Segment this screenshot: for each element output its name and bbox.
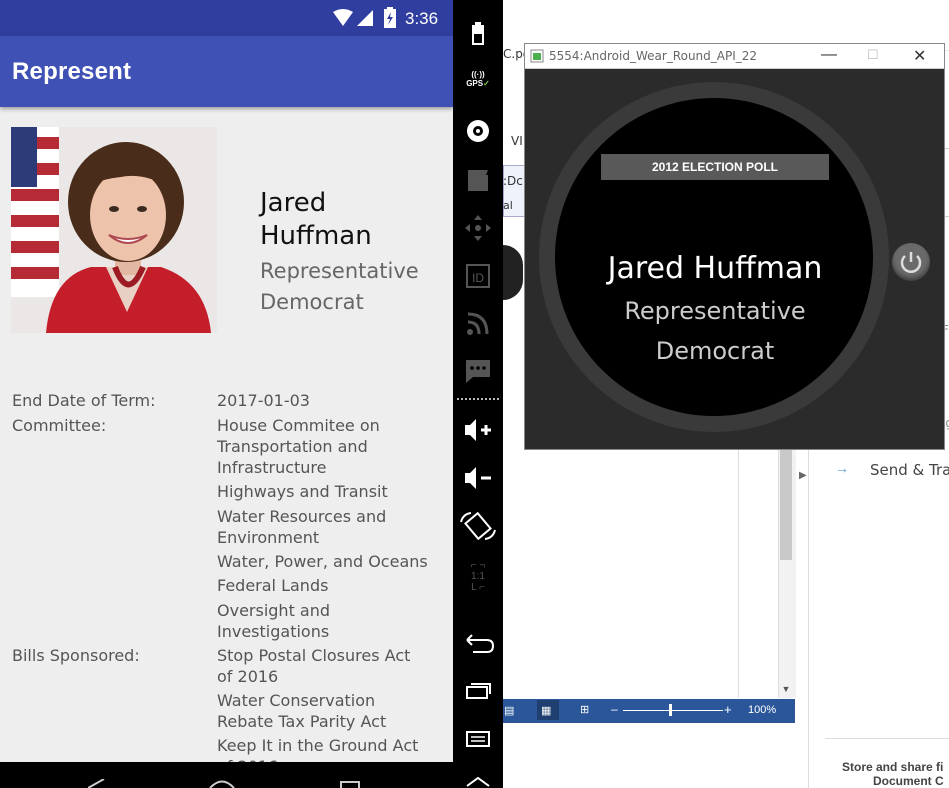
print-layout-icon[interactable]: ▦ bbox=[541, 704, 551, 717]
committee-item: House Commitee on Transportation and Inf… bbox=[217, 416, 380, 477]
store-share-text: Store and share fi bbox=[842, 760, 944, 774]
app-bar: Represent bbox=[0, 36, 453, 107]
web-layout-icon[interactable]: ⊞ bbox=[580, 703, 589, 716]
power-icon bbox=[900, 252, 922, 273]
back-icon[interactable] bbox=[453, 630, 503, 656]
committee-item: Federal Lands bbox=[217, 576, 329, 595]
rotate-icon[interactable] bbox=[453, 512, 503, 540]
zoom-in-icon[interactable]: + bbox=[724, 702, 732, 717]
bg-divider bbox=[825, 738, 949, 739]
bg-fragment: VI bbox=[511, 134, 523, 148]
page-edge bbox=[738, 448, 739, 698]
bg-fragment: al bbox=[503, 199, 513, 212]
status-bar: 3:36 bbox=[0, 0, 453, 36]
representative-photo bbox=[11, 127, 217, 333]
dpad-icon[interactable] bbox=[453, 214, 503, 242]
end-date-label: End Date of Term: bbox=[12, 391, 156, 410]
zoom-slider-thumb[interactable] bbox=[669, 704, 672, 716]
committee-item: Water, Power, and Oceans bbox=[217, 552, 428, 571]
close-button[interactable]: ✕ bbox=[913, 46, 926, 66]
volume-up-icon[interactable] bbox=[453, 416, 503, 444]
signal-icon bbox=[357, 10, 373, 26]
minimize-button[interactable]: — bbox=[821, 46, 837, 64]
emulator-toolbar: ((·)) GPS✓ ID ⌐ ¬ 1:1 L ⌐ bbox=[453, 0, 503, 788]
panel-divider bbox=[808, 440, 809, 788]
watch-rep-name: Jared Huffman bbox=[607, 251, 823, 286]
id-icon[interactable]: ID bbox=[453, 262, 503, 290]
home-nav-icon[interactable] bbox=[208, 779, 236, 788]
store-share-text-2: Document C bbox=[873, 774, 944, 788]
status-time: 3:36 bbox=[405, 9, 439, 28]
scrollbar-thumb[interactable] bbox=[780, 450, 792, 560]
end-date-value: 2017-01-03 bbox=[217, 391, 310, 410]
bills-label: Bills Sponsored: bbox=[12, 646, 140, 665]
video-icon[interactable] bbox=[453, 168, 503, 194]
maximize-button[interactable]: ☐ bbox=[867, 47, 879, 63]
committee-label: Committee: bbox=[12, 416, 107, 435]
read-mode-icon[interactable]: ▤ bbox=[504, 704, 514, 717]
scale-icon[interactable]: ⌐ ¬ 1:1 L ⌐ bbox=[453, 560, 503, 593]
send-track-link[interactable]: Send & Trac bbox=[870, 461, 949, 479]
navigation-bar bbox=[0, 762, 453, 788]
zoom-out-icon[interactable]: – bbox=[611, 702, 618, 716]
home-icon[interactable] bbox=[453, 776, 503, 788]
window-app-icon bbox=[530, 49, 544, 63]
message-icon[interactable] bbox=[453, 357, 503, 385]
recents-nav-icon[interactable] bbox=[340, 781, 360, 788]
zoom-slider-track[interactable] bbox=[623, 710, 723, 711]
rep-role: Representative bbox=[260, 259, 419, 283]
zoom-level[interactable]: 100% bbox=[748, 704, 776, 716]
watch-window-title: 5554:Android_Wear_Round_API_22 bbox=[549, 49, 758, 63]
committee-item: Highways and Transit bbox=[217, 482, 388, 501]
rep-last-name: Huffman bbox=[260, 221, 372, 251]
phone-screen: 3:36 Represent Jared Huffman Representat… bbox=[0, 0, 453, 788]
app-title: Represent bbox=[12, 58, 132, 85]
rss-icon[interactable] bbox=[453, 310, 503, 338]
svg-text:ID: ID bbox=[472, 271, 484, 285]
watch-power-button[interactable] bbox=[892, 243, 930, 281]
toolbar-divider bbox=[457, 398, 499, 400]
committee-item: Oversight and Investigations bbox=[217, 601, 331, 641]
bg-fragment: :Dc bbox=[503, 174, 523, 188]
gps-icon[interactable]: ((·)) GPS✓ bbox=[453, 70, 503, 88]
send-arrow-icon: → bbox=[835, 460, 849, 476]
rep-party: Democrat bbox=[260, 290, 364, 314]
bill-item: Water Conservation Rebate Tax Parity Act bbox=[217, 691, 387, 731]
expand-arrow-icon[interactable]: ▶ bbox=[799, 470, 807, 481]
back-nav-icon[interactable] bbox=[88, 779, 106, 788]
scroll-down-arrow-icon[interactable]: ▼ bbox=[780, 684, 792, 696]
menu-icon[interactable] bbox=[453, 728, 503, 750]
rep-first-name: Jared bbox=[260, 188, 327, 218]
watch-rep-party: Democrat bbox=[655, 337, 775, 365]
watch-emulator-window: 5554:Android_Wear_Round_API_22 — ☐ ✕ 201… bbox=[524, 43, 945, 450]
portrait-image bbox=[11, 127, 217, 333]
volume-down-icon[interactable] bbox=[453, 464, 503, 492]
election-poll-button[interactable]: 2012 ELECTION POLL bbox=[601, 154, 829, 180]
watch-window-titlebar[interactable]: 5554:Android_Wear_Round_API_22 — ☐ ✕ bbox=[525, 44, 944, 69]
word-status-bar: ▤ ▦ ⊞ – + 100% bbox=[503, 699, 795, 723]
battery-charging-icon bbox=[384, 7, 396, 28]
wifi-icon bbox=[333, 9, 353, 26]
overview-icon[interactable] bbox=[453, 680, 503, 702]
bill-item: Stop Postal Closures Act of 2016 bbox=[217, 646, 411, 686]
watch-rep-role: Representative bbox=[624, 297, 806, 325]
battery-icon[interactable] bbox=[453, 21, 503, 47]
camera-icon[interactable] bbox=[453, 118, 503, 146]
committee-item: Water Resources and Environment bbox=[217, 507, 387, 547]
